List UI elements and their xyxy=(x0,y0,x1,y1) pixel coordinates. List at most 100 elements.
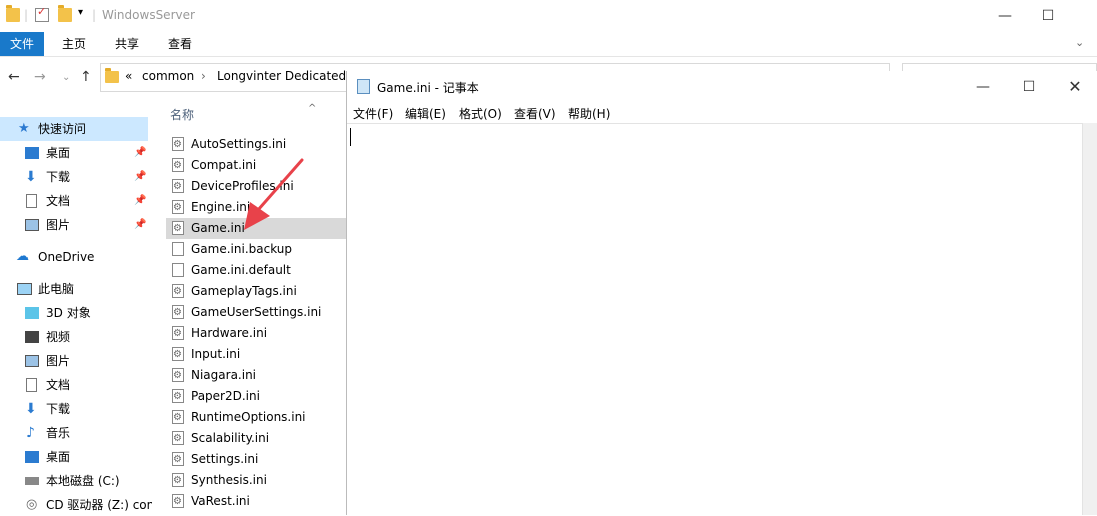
gear-file-icon xyxy=(172,134,184,155)
pin-icon[interactable]: 📌 xyxy=(134,213,146,237)
pin-icon[interactable]: 📌 xyxy=(134,141,146,165)
breadcrumb-separator: › xyxy=(201,69,206,83)
nav-item-drive-c[interactable]: 本地磁盘 (C:) xyxy=(0,469,152,493)
gear-file-icon xyxy=(172,197,184,218)
file-row[interactable]: VaRest.ini xyxy=(166,491,346,512)
notepad-close-button[interactable]: ✕ xyxy=(1052,71,1097,103)
file-name: GameUserSettings.ini xyxy=(191,305,322,319)
file-row[interactable]: Paper2D.ini xyxy=(166,386,346,407)
document-icon xyxy=(26,378,37,392)
nav-item-documents[interactable]: 文档 📌 xyxy=(0,189,152,213)
notepad-minimize-button[interactable]: — xyxy=(960,71,1006,103)
column-name-label: 名称 xyxy=(170,108,195,122)
up-arrow-icon[interactable]: ↑ xyxy=(80,69,92,85)
nav-label: 下载 xyxy=(46,170,71,184)
file-row[interactable]: RuntimeOptions.ini xyxy=(166,407,346,428)
menu-file[interactable]: 文件(F) xyxy=(353,105,393,122)
file-row[interactable]: Niagara.ini xyxy=(166,365,346,386)
breadcrumb-overflow[interactable]: « xyxy=(125,69,132,83)
file-name: Hardware.ini xyxy=(191,326,268,340)
file-name: Scalability.ini xyxy=(191,431,270,445)
menu-help[interactable]: 帮助(H) xyxy=(568,105,610,122)
column-header-name[interactable]: 名称 ^ xyxy=(170,103,316,123)
file-icon xyxy=(172,263,184,277)
file-name: RuntimeOptions.ini xyxy=(191,410,306,424)
file-row[interactable]: Settings.ini xyxy=(166,449,346,470)
nav-item-documents-pc[interactable]: 文档 xyxy=(0,373,152,397)
menu-view[interactable]: 查看(V) xyxy=(514,105,556,122)
recent-chevron-icon[interactable]: ⌄ xyxy=(62,72,70,83)
tab-home[interactable]: 主页 xyxy=(52,32,96,56)
file-name: Game.ini.default xyxy=(191,263,291,277)
file-row[interactable]: Game.ini.default xyxy=(166,260,346,281)
ribbon-expand-icon[interactable]: ⌄ xyxy=(1075,36,1084,49)
gear-file-icon xyxy=(172,218,184,239)
new-folder-icon[interactable] xyxy=(58,5,72,22)
ribbon-tabs: 文件 主页 共享 查看 ⌄ xyxy=(0,32,1097,57)
nav-item-downloads-pc[interactable]: ⬇ 下载 xyxy=(0,397,152,421)
titlebar-separator: | xyxy=(24,8,29,22)
nav-item-videos[interactable]: 视频 xyxy=(0,325,152,349)
folder-icon xyxy=(6,5,20,22)
nav-label: 图片 xyxy=(46,218,71,232)
video-icon xyxy=(25,331,39,343)
file-row[interactable]: Synthesis.ini xyxy=(166,470,346,491)
breadcrumb-common[interactable]: common xyxy=(142,69,194,83)
file-row[interactable]: Hardware.ini xyxy=(166,323,346,344)
gear-file-icon xyxy=(172,176,184,197)
gear-file-icon xyxy=(172,344,184,365)
file-name: Paper2D.ini xyxy=(191,389,260,403)
file-row[interactable]: GameplayTags.ini xyxy=(166,281,346,302)
nav-item-downloads[interactable]: ⬇ 下载 📌 xyxy=(0,165,152,189)
file-row[interactable]: Input.ini xyxy=(166,344,346,365)
file-row[interactable]: Scalability.ini xyxy=(166,428,346,449)
gear-file-icon xyxy=(172,302,184,323)
maximize-button[interactable]: ☐ xyxy=(1025,0,1071,32)
desktop-icon xyxy=(25,451,39,463)
onedrive-icon: ☁ xyxy=(16,249,29,264)
breadcrumb-longvinter[interactable]: Longvinter Dedicated xyxy=(217,69,346,83)
nav-item-pictures[interactable]: 图片 📌 xyxy=(0,213,152,237)
navigation-pane: ★ 快速访问 桌面 📌 ⬇ 下载 📌 文档 📌 图片 📌 ☁ OneDrive … xyxy=(0,100,152,515)
tab-view[interactable]: 查看 xyxy=(158,32,202,56)
nav-item-3d[interactable]: 3D 对象 xyxy=(0,301,152,325)
vertical-scrollbar[interactable] xyxy=(1082,123,1097,515)
tab-share[interactable]: 共享 xyxy=(105,32,149,56)
notepad-title: Game.ini - 记事本 xyxy=(377,81,479,95)
nav-this-pc[interactable]: 此电脑 xyxy=(0,277,152,301)
nav-item-pictures-pc[interactable]: 图片 xyxy=(0,349,152,373)
notepad-maximize-button[interactable]: ☐ xyxy=(1006,71,1052,103)
forward-arrow-icon[interactable]: → xyxy=(34,69,46,85)
notepad-text-area[interactable] xyxy=(347,123,1082,516)
nav-quick-access[interactable]: ★ 快速访问 xyxy=(0,117,148,141)
minimize-button[interactable]: — xyxy=(982,0,1028,32)
tab-file[interactable]: 文件 xyxy=(0,32,45,56)
nav-label: 3D 对象 xyxy=(46,306,91,320)
file-icon xyxy=(172,242,184,256)
nav-item-music[interactable]: ♪ 音乐 xyxy=(0,421,152,445)
chevron-down-icon[interactable]: ▾ xyxy=(78,7,83,18)
file-name: Input.ini xyxy=(191,347,241,361)
nav-item-desktop-pc[interactable]: 桌面 xyxy=(0,445,152,469)
nav-onedrive[interactable]: ☁ OneDrive xyxy=(0,245,152,269)
menu-edit[interactable]: 编辑(E) xyxy=(405,105,446,122)
nav-item-cd-drive[interactable]: ◎ CD 驱动器 (Z:) con xyxy=(0,493,152,515)
notepad-icon xyxy=(357,79,370,94)
menu-format[interactable]: 格式(O) xyxy=(459,105,502,122)
checklist-icon[interactable]: ✓ xyxy=(35,5,49,22)
nav-item-desktop[interactable]: 桌面 📌 xyxy=(0,141,152,165)
computer-icon xyxy=(17,283,32,295)
notepad-titlebar: Game.ini - 记事本 — ☐ ✕ xyxy=(347,71,1097,103)
file-row[interactable]: Game.ini.backup xyxy=(166,239,346,260)
pin-icon[interactable]: 📌 xyxy=(134,189,146,213)
explorer-titlebar: | ✓ ▾ | WindowsServer — ☐ xyxy=(0,0,1097,32)
download-icon: ⬇ xyxy=(25,169,37,185)
file-name: GameplayTags.ini xyxy=(191,284,297,298)
pin-icon[interactable]: 📌 xyxy=(134,165,146,189)
gear-file-icon xyxy=(172,407,184,428)
back-arrow-icon[interactable]: ← xyxy=(8,69,20,85)
gear-file-icon xyxy=(172,155,184,176)
file-row[interactable]: GameUserSettings.ini xyxy=(166,302,346,323)
notepad-window: Game.ini - 记事本 — ☐ ✕ 文件(F) 编辑(E) 格式(O) 查… xyxy=(346,71,1097,515)
nav-label: 本地磁盘 (C:) xyxy=(46,474,120,488)
